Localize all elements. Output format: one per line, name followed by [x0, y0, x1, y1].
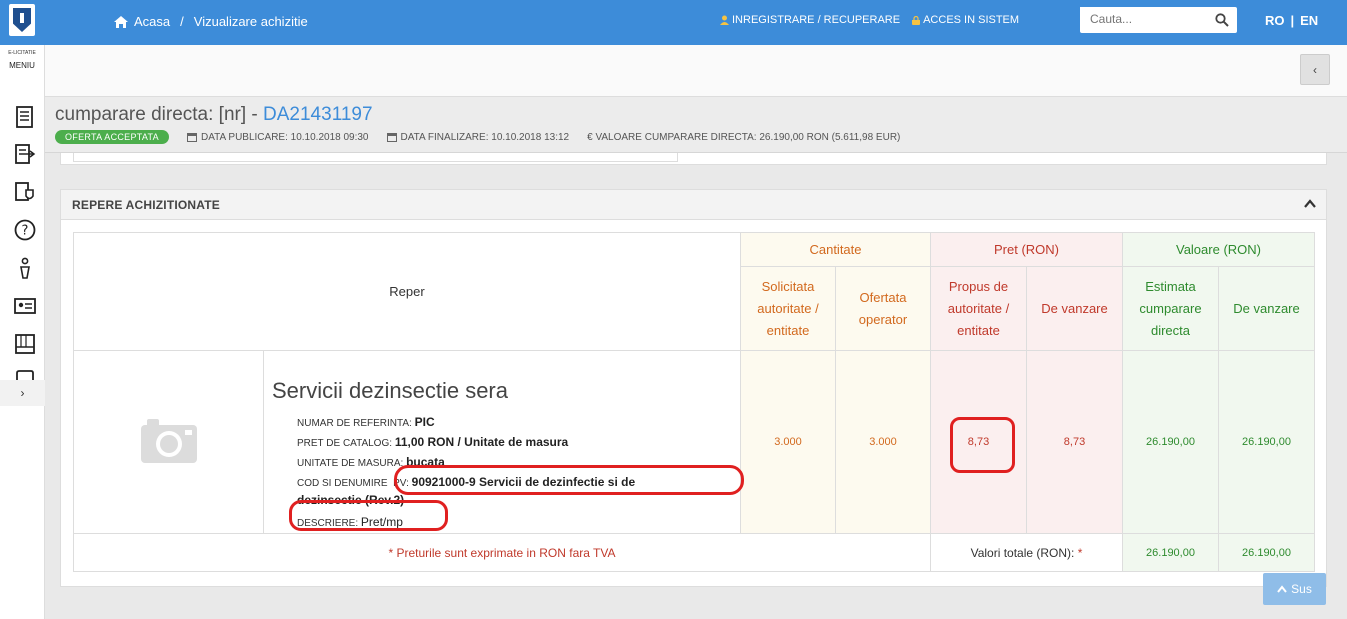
chevron-right-icon: › — [20, 386, 25, 400]
secondary-toolbar: ‹ — [45, 45, 1347, 97]
camera-icon — [140, 418, 197, 463]
breadcrumb-current: Vizualizare achizitie — [193, 14, 308, 29]
reference-value: PIC — [414, 415, 435, 429]
partial-icon[interactable] — [13, 370, 37, 380]
finalize-date: DATA FINALIZARE: 10.10.2018 13:12 — [400, 131, 570, 143]
shield-doc-icon[interactable] — [13, 180, 37, 204]
procurement-header: cumparare directa: [nr] - DA21431197 OFE… — [45, 97, 1347, 153]
menu-toggle[interactable]: E-LICITATIE MENIU — [0, 45, 44, 70]
scroll-top-label: Sus — [1291, 582, 1312, 596]
lock-icon — [912, 15, 921, 25]
export-list-icon[interactable] — [13, 142, 37, 166]
column-header-solicitata: Solicitata autoritate / entitate — [740, 266, 836, 351]
total-estimata: 26.190,00 — [1122, 533, 1219, 572]
lang-en[interactable]: EN — [1300, 13, 1318, 28]
panel-header[interactable]: REPERE ACHIZITIONATE — [61, 190, 1326, 220]
table-footer-row: * Preturile sunt exprimate in RON fara T… — [73, 533, 1315, 572]
annotation-circle-price — [950, 417, 1015, 473]
totals-label: Valori totale (RON): — [970, 545, 1075, 560]
previous-field — [73, 153, 678, 162]
register-link[interactable]: INREGISTRARE / RECUPERARE — [720, 14, 900, 26]
chevron-up-icon — [1277, 585, 1287, 593]
procurement-id: DA21431197 — [263, 104, 373, 125]
breadcrumb-separator: / — [180, 14, 184, 29]
main-content: REPERE ACHIZITIONATE Reper Cantitate Pre… — [45, 153, 1347, 619]
page-title-prefix: cumparare directa: [nr] - — [55, 104, 258, 125]
menu-label: MENIU — [9, 61, 35, 70]
lang-ro[interactable]: RO — [1265, 13, 1285, 28]
repere-table: Reper Cantitate Pret (RON) Valoare (RON)… — [73, 232, 1315, 572]
repere-panel: REPERE ACHIZITIONATE Reper Cantitate Pre… — [60, 189, 1327, 587]
collapse-panel-button[interactable]: ‹ — [1300, 54, 1330, 85]
item-image — [73, 350, 264, 534]
panel-title: REPERE ACHIZITIONATE — [72, 198, 221, 212]
annotation-circle-description — [289, 500, 448, 531]
calendar-icon — [386, 133, 397, 142]
column-header-propus: Propus de autoritate / entitate — [930, 266, 1027, 351]
cell-vanzare-valoare: 26.190,00 — [1218, 350, 1315, 534]
language-switcher: RO | EN — [1262, 13, 1321, 28]
user-icon — [720, 15, 729, 25]
column-group-pret: Pret (RON) — [930, 232, 1123, 267]
reference-label: NUMAR DE REFERINTA: — [297, 418, 412, 429]
column-header-vanzare-valoare: De vanzare — [1218, 266, 1315, 351]
footer-note: * Preturile sunt exprimate in RON fara T… — [73, 533, 931, 572]
search-icon[interactable] — [1215, 13, 1229, 27]
column-header-estimata: Estimata cumparare directa — [1122, 266, 1219, 351]
footer-totals-label: Valori totale (RON): * — [930, 533, 1123, 572]
search-input[interactable] — [1080, 7, 1210, 31]
totals-asterisk: * — [1077, 545, 1083, 560]
calendar-icon — [186, 133, 197, 142]
page-title: cumparare directa: [nr] - DA21431197 — [55, 104, 373, 126]
item-title[interactable]: Servicii dezinsectie sera — [272, 378, 732, 404]
cell-ofertata: 3.000 — [835, 350, 931, 534]
code-label: COD SI DENUMIRE — [297, 478, 388, 489]
cell-solicitata: 3.000 — [740, 350, 836, 534]
breadcrumb-home[interactable]: Acasa — [134, 14, 170, 29]
column-group-cantitate: Cantitate — [740, 232, 931, 267]
item-reference: NUMAR DE REFERINTA: PIC — [272, 413, 732, 433]
previous-panel — [60, 153, 1327, 165]
status-badge: OFERTA ACCEPTATA — [55, 130, 169, 144]
sidebar-expand-button[interactable]: › — [0, 380, 45, 406]
total-value: € VALOARE CUMPARARE DIRECTA: 26.190,00 R… — [587, 131, 901, 143]
procurement-meta: OFERTA ACCEPTATA DATA PUBLICARE: 10.10.2… — [55, 130, 900, 144]
table-row: Servicii dezinsectie sera NUMAR DE REFER… — [73, 350, 1315, 534]
column-header-vanzare-pret: De vanzare — [1026, 266, 1123, 351]
left-sidebar: E-LICITATIE MENIU ? › — [0, 45, 45, 619]
total-vanzare: 26.190,00 — [1218, 533, 1315, 572]
brand-small-label: E-LICITATIE — [8, 50, 36, 56]
item-catalog-price: PRET DE CATALOG: 11,00 RON / Unitate de … — [272, 433, 732, 453]
document-list-icon[interactable] — [13, 105, 37, 129]
scroll-top-button[interactable]: Sus — [1263, 573, 1326, 605]
id-card-icon[interactable] — [13, 294, 37, 318]
chevron-left-icon: ‹ — [1313, 62, 1317, 77]
catalog-price-value: 11,00 RON / Unitate de masura — [394, 435, 569, 449]
login-link-label: ACCES IN SISTEM — [923, 14, 1020, 26]
help-icon[interactable]: ? — [13, 218, 37, 242]
home-icon — [114, 15, 128, 28]
breadcrumb: Acasa / Vizualizare achizitie — [113, 14, 308, 29]
chevron-up-icon[interactable] — [1304, 198, 1316, 210]
catalog-icon[interactable] — [13, 332, 37, 356]
column-header-reper: Reper — [73, 232, 741, 351]
login-link[interactable]: ACCES IN SISTEM — [912, 14, 1019, 26]
person-tree-icon[interactable] — [13, 256, 37, 280]
search-box — [1080, 7, 1237, 33]
svg-text:?: ? — [22, 224, 29, 239]
lang-separator: | — [1290, 13, 1295, 28]
annotation-circle-code — [394, 465, 744, 495]
column-group-valoare: Valoare (RON) — [1122, 232, 1315, 267]
top-navbar: Acasa / Vizualizare achizitie INREGISTRA… — [0, 0, 1347, 45]
site-logo[interactable] — [9, 4, 35, 36]
catalog-price-label: PRET DE CATALOG: — [297, 438, 393, 449]
cell-vanzare-pret: 8,73 — [1026, 350, 1123, 534]
unit-label: UNITATE DE MASURA: — [297, 458, 404, 469]
column-header-ofertata: Ofertata operator — [835, 266, 931, 351]
publish-date: DATA PUBLICARE: 10.10.2018 09:30 — [200, 131, 369, 143]
cell-estimata: 26.190,00 — [1122, 350, 1219, 534]
register-link-label: INREGISTRARE / RECUPERARE — [732, 14, 901, 26]
